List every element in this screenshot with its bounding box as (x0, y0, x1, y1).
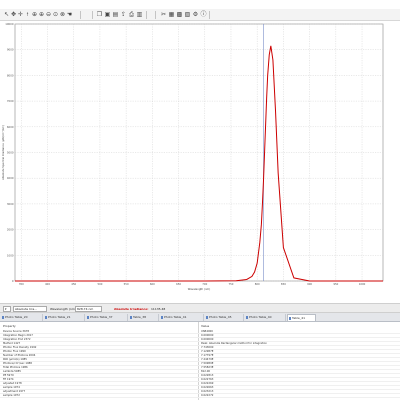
toolbar-separator (209, 11, 210, 19)
table-tab-bar: Photo Table_20 Photo Table_21 Photo Table_… (0, 313, 400, 322)
zoom-in-alt-icon[interactable]: ⊕ (38, 11, 45, 18)
move-icon[interactable]: ✛ (17, 11, 24, 18)
toolbar-separator (155, 11, 156, 19)
x-tick-label: 450 (71, 282, 76, 286)
property-cell: sample 1972 (3, 394, 20, 397)
y-tick-label: 10000 (5, 22, 14, 26)
table-icon (87, 316, 89, 319)
table-row[interactable]: sample 1972 0.022272 (0, 394, 400, 398)
zoom-in-icon[interactable]: ⊕ (31, 11, 38, 18)
tab-label: Photo Table_40 (249, 315, 272, 319)
table-icon (45, 316, 47, 319)
tab-item[interactable]: Photo Table_41 (160, 314, 204, 321)
value-cell: 0.022272 (201, 394, 214, 397)
x-axis-label: Wavelength (nm) (188, 287, 210, 291)
x-tick-label: 800 (255, 282, 260, 286)
tab-label: Photo Table_20 (5, 315, 28, 319)
x-tick-label: 900 (307, 282, 312, 286)
y-tick-label: 1000 (7, 253, 14, 257)
tab-item[interactable]: Table_41 (287, 314, 316, 321)
wavelength-value: 828.74 nm (77, 307, 94, 311)
measurement-mode-select[interactable]: Absolute Irra... (13, 306, 47, 312)
table-icon (246, 316, 248, 319)
table-icon (289, 317, 291, 320)
tab-item[interactable]: Photo Table_45 (205, 314, 244, 321)
column-header-property[interactable]: Property (3, 323, 16, 329)
tab-item[interactable]: Photo Table_40 (245, 314, 286, 321)
tab-label: Table_41 (292, 316, 306, 320)
tab-item[interactable]: Photo Table_21 (44, 314, 85, 321)
x-tick-label: 400 (45, 282, 50, 286)
export-icon[interactable]: ⇪ (120, 11, 127, 18)
wavelength-input[interactable]: 828.74 nm (75, 306, 102, 312)
hand-icon[interactable]: ☚ (66, 11, 73, 18)
toolbar-separator (92, 11, 93, 19)
result-value: 11135.48 (151, 307, 166, 311)
tab-item[interactable]: Table_38 (129, 314, 159, 321)
x-tick-label: 700 (202, 282, 207, 286)
x-tick-label: 500 (97, 282, 102, 286)
tab-item[interactable]: Photo Table_37 (86, 314, 128, 321)
measurement-mode-value: Absolute Irra... (15, 307, 38, 311)
table-icon (206, 316, 208, 319)
y-tick-label: 0 (12, 279, 14, 283)
status-bar: ▾ Absolute Irra... Wavelength (nm): 828.… (0, 303, 400, 313)
info-icon[interactable]: ⓘ (200, 11, 207, 18)
y-tick-label: 8000 (7, 73, 14, 77)
tab-label: Photo Table_41 (164, 315, 187, 319)
y-tick-label: 5000 (7, 151, 14, 155)
pan-icon[interactable]: ✥ (10, 11, 17, 18)
tab-label: Photo Table_21 (48, 315, 71, 319)
arrow-select-icon[interactable]: ↖ (3, 11, 10, 18)
x-tick-label: 850 (281, 282, 286, 286)
y-tick-label: 2000 (7, 228, 14, 232)
cursor-line-icon[interactable]: ⟊ (24, 11, 31, 18)
y-tick-label: 7000 (7, 99, 14, 103)
x-tick-label: 600 (150, 282, 155, 286)
y-tick-label: 3000 (7, 202, 14, 206)
zoom-reset-icon[interactable]: ⊗ (59, 11, 66, 18)
column-header-value[interactable]: Value (201, 323, 209, 329)
tools-icon[interactable]: ✂ (160, 11, 167, 18)
print-icon[interactable]: ⎙ (128, 11, 135, 18)
image-icon[interactable]: ▤ (112, 11, 119, 18)
x-tick-label: 550 (124, 282, 129, 286)
result-label: Absolute Irradiance: (114, 307, 149, 311)
zoom-fit-icon[interactable]: ⊙ (52, 11, 59, 18)
toolbar-separator (146, 11, 147, 19)
tab-label: Photo Table_45 (209, 315, 232, 319)
zoom-out-icon[interactable]: ⊖ (45, 11, 52, 18)
y-tick-label: 4000 (7, 176, 14, 180)
x-tick-label: 750 (229, 282, 234, 286)
table-icon[interactable]: ▧ (184, 11, 191, 18)
spectrum-chart: 350 400 450 500 550 600 650 700 750 800 850 900 950 1… (1, 22, 384, 291)
spectrum-plot-panel: 350 400 450 500 550 600 650 700 750 800 850 900 950 1… (0, 21, 400, 300)
chart-icon[interactable]: ▦ (168, 11, 175, 18)
y-axis-label: Absolute Spectral Irradiance (μW/cm²/nm) (1, 125, 5, 180)
copy-icon[interactable]: ❐ (96, 11, 103, 18)
x-tick-label: 350 (19, 282, 24, 286)
table-icon (2, 316, 4, 319)
save-icon[interactable]: ▣ (104, 11, 111, 18)
table-icon (161, 316, 163, 319)
y-tick-label: 6000 (7, 125, 14, 129)
tab-label: Table_38 (133, 315, 147, 319)
main-toolbar: ↖ ✥ ✛ ⟊ ⊕ ⊕ ⊖ ⊙ ⊗ ☚ ❐ ▣ ▤ ⇪ ⎙ ▥ ✂ ▦ ▩ ▧ ⚙ ⓘ (0, 9, 400, 21)
x-tick-label: 1000 (359, 282, 366, 286)
x-tick-label: 650 (176, 282, 181, 286)
tab-label: Photo Table_37 (90, 315, 113, 319)
wavelength-label: Wavelength (nm): (50, 307, 77, 311)
table-icon (130, 316, 132, 319)
x-tick-label: 950 (333, 282, 338, 286)
settings-icon[interactable]: ⚙ (192, 11, 199, 18)
status-mode-icon[interactable]: ▾ (3, 306, 11, 312)
properties-icon[interactable]: ▥ (136, 11, 143, 18)
properties-table: Property Value Device Source 3678 USB4000… (0, 322, 400, 400)
y-tick-label: 9000 (7, 48, 14, 52)
tab-item[interactable]: Photo Table_20 (1, 314, 43, 321)
toolbar-separator (80, 11, 81, 19)
grid-icon[interactable]: ▩ (176, 11, 183, 18)
